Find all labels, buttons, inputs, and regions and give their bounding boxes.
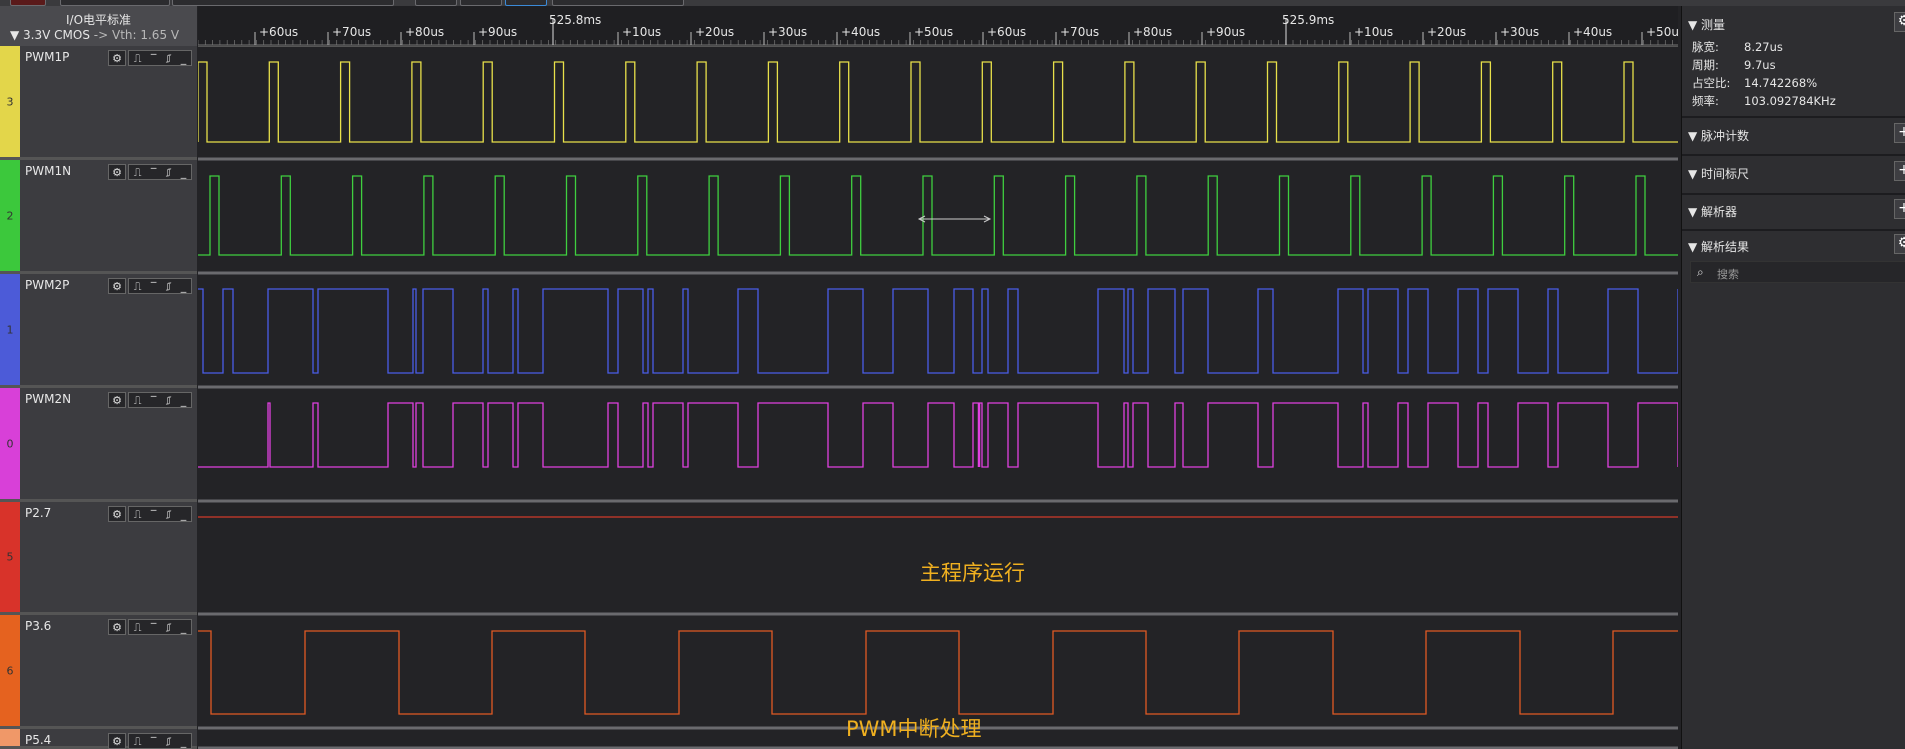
results-header[interactable]: ▼ 解析结果 xyxy=(1688,238,1749,255)
waveform-area[interactable] xyxy=(198,47,1678,749)
channel-label[interactable]: 3 PWM1P ⚙ ⎍ ‾ ⎎ _ xyxy=(0,46,197,160)
edge-trigger-icon[interactable]: ⎍ ‾ ⎎ _ xyxy=(128,164,192,180)
time-ruler-header[interactable]: ▼ 时间标尺 xyxy=(1688,165,1749,182)
ruler-major-label: 525.9ms xyxy=(1282,13,1334,27)
ruler-tick-label: +30us xyxy=(768,25,807,39)
ruler-tick-label: +90us xyxy=(478,25,517,39)
ruler-tick-label: +90us xyxy=(1206,25,1245,39)
search-input[interactable]: ⌕ 搜索 xyxy=(1690,261,1905,283)
waveform-pwm1n xyxy=(198,175,1678,256)
edge-trigger-icon[interactable]: ⎍ ‾ ⎎ _ xyxy=(128,733,192,749)
ruler-tick-label: +40us xyxy=(841,25,880,39)
ruler-tick-label: +30us xyxy=(1500,25,1539,39)
channel-label[interactable]: 6 P3.6 ⚙ ⎍ ‾ ⎎ _ xyxy=(0,615,197,729)
channel-label[interactable]: 5 P2.7 ⚙ ⎍ ‾ ⎎ _ xyxy=(0,502,197,615)
ruler-tick-label: +80us xyxy=(1133,25,1172,39)
channel-name[interactable]: PWM2N xyxy=(25,392,71,406)
channel-number: 3 xyxy=(6,95,14,108)
plus-icon[interactable]: + xyxy=(1894,161,1905,181)
channel-number: 1 xyxy=(6,323,14,336)
waveform-pwm2n xyxy=(198,402,1678,468)
gear-icon[interactable]: ⚙ xyxy=(108,50,126,66)
gear-icon[interactable]: ⚙ xyxy=(108,278,126,294)
time-ruler-bar[interactable]: +60us +70us +80us +90us +10us +20us +30us +40us… xyxy=(198,6,1678,47)
right-panel: ▼ 测量 ⚙ 脉宽: 8.27us 周期: 9.7us 占空比: 14.742268% 频率… xyxy=(1681,6,1905,749)
gear-icon[interactable]: ⚙ xyxy=(108,392,126,408)
search-icon: ⌕ xyxy=(1697,265,1704,279)
gear-icon[interactable]: ⚙ xyxy=(1894,234,1905,254)
channel-number: 2 xyxy=(6,209,14,222)
channel-name[interactable]: P5.4 xyxy=(25,733,51,747)
channel-name[interactable]: P2.7 xyxy=(25,506,51,520)
edge-trigger-icon[interactable]: ⎍ ‾ ⎎ _ xyxy=(128,392,192,408)
channel-name[interactable]: PWM1N xyxy=(25,164,71,178)
io-level-select[interactable]: ▼ 3.3V CMOS -> Vth: 1.65 V xyxy=(10,28,179,42)
io-standard-title: I/O电平标准 xyxy=(65,13,132,27)
edge-trigger-icon[interactable]: ⎍ ‾ ⎎ _ xyxy=(128,278,192,294)
ruler-tick-label: +10us xyxy=(1354,25,1393,39)
gear-icon[interactable]: ⚙ xyxy=(108,506,126,522)
plus-icon[interactable]: + xyxy=(1894,199,1905,219)
ruler-tick-label: +50us xyxy=(914,25,953,39)
ruler-tick-label: +50us xyxy=(1646,25,1678,39)
ruler-tick-label: +10us xyxy=(622,25,661,39)
gear-icon[interactable]: ⚙ xyxy=(108,164,126,180)
ruler-tick-label: +70us xyxy=(1060,25,1099,39)
ruler-tick-label: +80us xyxy=(405,25,444,39)
channel-label[interactable]: 1 PWM2P ⚙ ⎍ ‾ ⎎ _ xyxy=(0,274,197,388)
waveform-p36 xyxy=(198,630,1678,715)
edge-trigger-icon[interactable]: ⎍ ‾ ⎎ _ xyxy=(128,619,192,635)
main-loop-annotation: 主程序运行 xyxy=(920,561,1025,585)
channel-number: 6 xyxy=(6,664,14,677)
measure-row: 周期: 9.7us xyxy=(1692,58,1776,72)
pulse-count-header[interactable]: ▼ 脉冲计数 xyxy=(1688,127,1749,144)
gear-icon[interactable]: ⚙ xyxy=(108,733,126,749)
channel-number: 5 xyxy=(6,550,14,564)
channel-label[interactable]: 2 PWM1N ⚙ ⎍ ‾ ⎎ _ xyxy=(0,160,197,274)
ruler-tick-label: +70us xyxy=(332,25,371,39)
ruler-tick-label: +60us xyxy=(259,25,298,39)
channel-label[interactable]: P5.4 ⚙ ⎍ ‾ ⎎ _ xyxy=(0,729,197,749)
measure-row: 频率: 103.092784KHz xyxy=(1692,94,1836,108)
gear-icon[interactable]: ⚙ xyxy=(108,619,126,635)
channel-color-strip xyxy=(0,729,20,746)
channel-number: 0 xyxy=(6,437,14,450)
channel-name[interactable]: PWM2P xyxy=(25,278,69,292)
channel-label[interactable]: 0 PWM2N ⚙ ⎍ ‾ ⎎ _ xyxy=(0,388,197,502)
io-standard-header[interactable]: I/O电平标准 ▼ 3.3V CMOS -> Vth: 1.65 V xyxy=(0,6,197,47)
gear-icon[interactable]: ⚙ xyxy=(1894,12,1905,32)
measure-row: 占空比: 14.742268% xyxy=(1692,76,1818,90)
measure-header[interactable]: ▼ 测量 xyxy=(1688,16,1725,33)
ruler-tick-label: +20us xyxy=(695,25,734,39)
pwm-isr-annotation: PWM中断处理 xyxy=(846,717,982,741)
measure-row: 脉宽: 8.27us xyxy=(1692,40,1783,54)
ruler-tick-label: +20us xyxy=(1427,25,1466,39)
ruler-tick-label: +40us xyxy=(1573,25,1612,39)
ruler-major-label: 525.8ms xyxy=(549,13,601,27)
edge-trigger-icon[interactable]: ⎍ ‾ ⎎ _ xyxy=(128,50,192,66)
edge-trigger-icon[interactable]: ⎍ ‾ ⎎ _ xyxy=(128,506,192,522)
ruler-tick-label: +60us xyxy=(987,25,1026,39)
analyzer-header[interactable]: ▼ 解析器 xyxy=(1688,203,1737,220)
waveform-pwm1p xyxy=(198,61,1678,143)
channel-name[interactable]: P3.6 xyxy=(25,619,51,633)
waveform-pwm2p xyxy=(198,288,1678,374)
plus-icon[interactable]: + xyxy=(1894,123,1905,143)
channel-name[interactable]: PWM1P xyxy=(25,50,69,64)
